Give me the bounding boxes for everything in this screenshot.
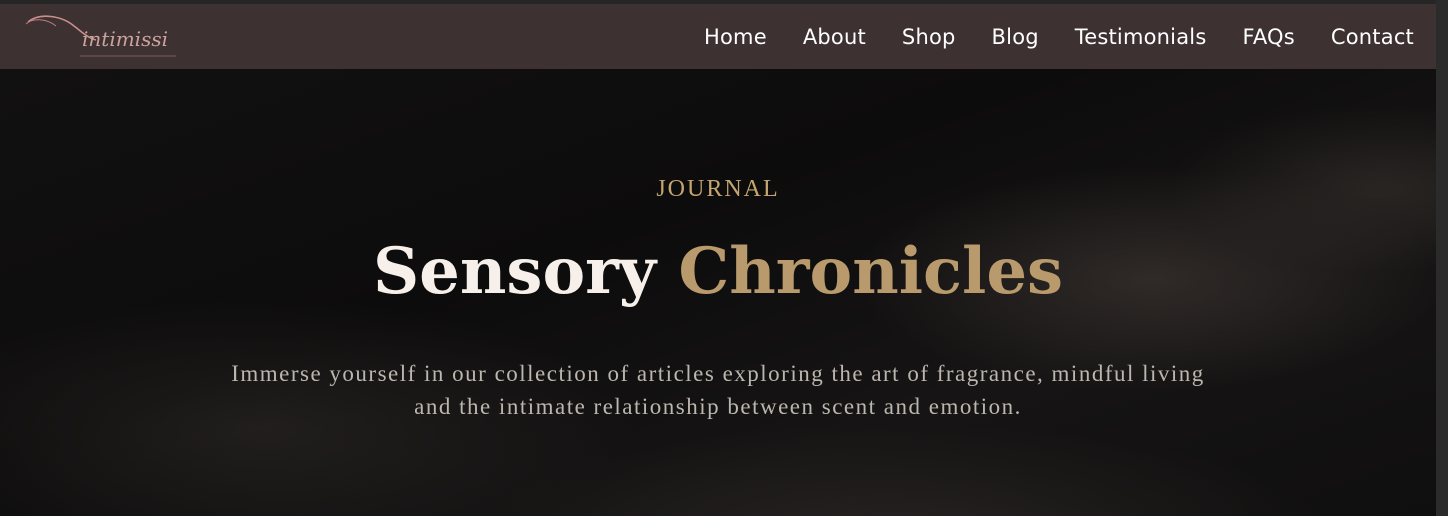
window-edge — [1436, 0, 1448, 516]
title-part-1: Sensory — [372, 234, 657, 309]
hero-subtitle: Immerse yourself in our collection of ar… — [150, 357, 1286, 423]
page-title: Sensory Chronicles — [0, 232, 1436, 312]
page: intimissi Home About Shop Blog Testimoni… — [0, 0, 1436, 516]
title-part-2: Chronicles — [678, 234, 1064, 309]
hero-content: JOURNAL Sensory Chronicles Immerse yours… — [0, 0, 1436, 516]
section-eyebrow: JOURNAL — [656, 176, 780, 202]
subtitle-line-2: and the intimate relationship between sc… — [414, 394, 1022, 419]
subtitle-line-1: Immerse yourself in our collection of ar… — [231, 361, 1205, 386]
